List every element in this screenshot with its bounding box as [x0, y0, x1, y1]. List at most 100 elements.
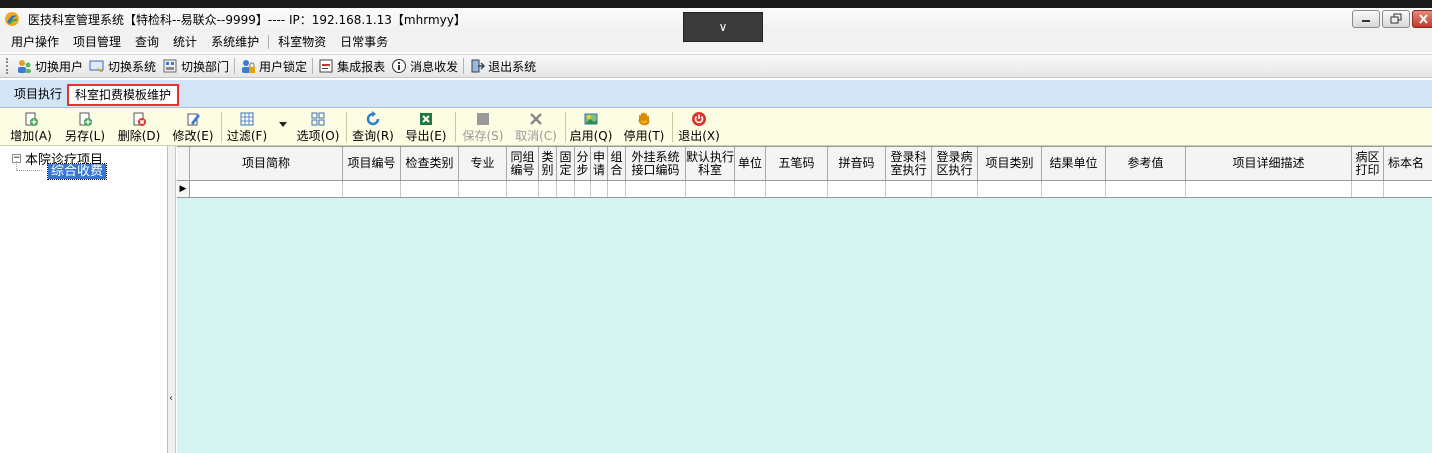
- user-lock-icon: [242, 60, 256, 73]
- column-header[interactable]: 固定: [557, 147, 575, 180]
- options-label: 选项(O): [296, 129, 340, 143]
- column-header[interactable]: 项目类别: [978, 147, 1042, 180]
- menu-query[interactable]: 查询: [128, 32, 166, 52]
- switch-user-icon: [18, 60, 31, 73]
- table-cell[interactable]: [1384, 181, 1432, 197]
- collapse-chevron-button[interactable]: ∨: [683, 12, 763, 42]
- panel-splitter[interactable]: ‹: [168, 146, 176, 453]
- restore-icon: [1390, 13, 1402, 24]
- message-icon: [392, 59, 407, 73]
- menu-project-management[interactable]: 项目管理: [66, 32, 128, 52]
- switch-user-button[interactable]: 切换用户: [13, 56, 86, 76]
- edit-pencil-icon: [187, 113, 200, 126]
- tab-charge-template-maintenance[interactable]: 科室扣费模板维护: [67, 84, 180, 106]
- switch-user-label: 切换用户: [35, 59, 84, 74]
- switch-system-button[interactable]: 切换系统: [86, 56, 159, 76]
- table-cell[interactable]: [539, 181, 557, 197]
- column-header[interactable]: 项目详细描述: [1186, 147, 1352, 180]
- message-button[interactable]: 消息收发: [388, 56, 461, 76]
- table-cell[interactable]: [626, 181, 686, 197]
- table-cell[interactable]: [1106, 181, 1186, 197]
- user-lock-button[interactable]: 用户锁定: [237, 56, 310, 76]
- column-header[interactable]: 结果单位: [1042, 147, 1106, 180]
- title-bar: 医技科室管理系统【特检科--易联众--9999】---- IP：192.168.…: [0, 0, 1432, 42]
- column-header[interactable]: 单位: [735, 147, 766, 180]
- menu-statistics[interactable]: 统计: [166, 32, 204, 52]
- column-header[interactable]: 登录科室执行: [886, 147, 932, 180]
- column-header[interactable]: 项目简称: [190, 147, 343, 180]
- table-cell[interactable]: [401, 181, 459, 197]
- table-cell[interactable]: [459, 181, 507, 197]
- column-header[interactable]: 组合: [608, 147, 626, 180]
- table-cell[interactable]: [686, 181, 735, 197]
- enable-button[interactable]: 启用(Q): [568, 110, 614, 144]
- menu-daily-affairs[interactable]: 日常事务: [333, 32, 395, 52]
- save-as-button[interactable]: 另存(L): [62, 110, 108, 144]
- column-header[interactable]: 外挂系统接口编码: [626, 147, 686, 180]
- table-cell[interactable]: [608, 181, 626, 197]
- filter-dropdown-button[interactable]: [276, 110, 290, 144]
- table-cell[interactable]: [1352, 181, 1384, 197]
- column-header[interactable]: 拼音码: [828, 147, 886, 180]
- filter-label: 过滤(F): [226, 129, 268, 143]
- menu-department-supplies[interactable]: 科室物资: [271, 32, 333, 52]
- column-header[interactable]: 标本名: [1384, 147, 1432, 180]
- tree-connector-line: [16, 161, 42, 171]
- menu-system-maintenance[interactable]: 系统维护: [204, 32, 266, 52]
- restore-button[interactable]: [1382, 10, 1410, 28]
- column-header[interactable]: 申请: [591, 147, 608, 180]
- column-header[interactable]: 检查类别: [401, 147, 459, 180]
- table-cell[interactable]: [766, 181, 828, 197]
- table-cell[interactable]: [190, 181, 343, 197]
- message-label: 消息收发: [410, 59, 459, 74]
- delete-button[interactable]: 删除(D): [116, 110, 162, 144]
- toolbar-divider: [234, 58, 236, 74]
- save-button[interactable]: 保存(S): [459, 110, 507, 144]
- screen-top-edge: [0, 0, 1432, 8]
- close-button[interactable]: [1412, 10, 1432, 28]
- table-cell[interactable]: [1186, 181, 1352, 197]
- table-cell[interactable]: [932, 181, 978, 197]
- toolbar-grip[interactable]: [6, 58, 9, 74]
- query-button[interactable]: 查询(R): [350, 110, 396, 144]
- cancel-button[interactable]: 取消(C): [512, 110, 560, 144]
- table-cell[interactable]: [557, 181, 575, 197]
- menu-user-operations[interactable]: 用户操作: [4, 32, 66, 52]
- column-header[interactable]: 病区打印: [1352, 147, 1384, 180]
- toolbar-divider: [672, 112, 673, 142]
- table-cell[interactable]: [591, 181, 608, 197]
- column-header[interactable]: 参考值: [1106, 147, 1186, 180]
- column-header[interactable]: 默认执行科室: [686, 147, 735, 180]
- table-cell[interactable]: [886, 181, 932, 197]
- switch-department-button[interactable]: 切换部门: [159, 56, 232, 76]
- integrated-report-button[interactable]: 集成报表: [315, 56, 388, 76]
- exit-button[interactable]: 退出(X): [676, 110, 722, 144]
- options-button[interactable]: 选项(O): [295, 110, 341, 144]
- table-cell[interactable]: [507, 181, 539, 197]
- table-row[interactable]: ▶: [177, 181, 1432, 198]
- table-cell[interactable]: [575, 181, 591, 197]
- filter-button[interactable]: 过滤(F): [224, 110, 270, 144]
- table-cell[interactable]: [978, 181, 1042, 197]
- export-button[interactable]: 导出(E): [403, 110, 449, 144]
- column-header[interactable]: 类别: [539, 147, 557, 180]
- table-cell[interactable]: [343, 181, 401, 197]
- column-header[interactable]: 五笔码: [766, 147, 828, 180]
- column-header[interactable]: 专业: [459, 147, 507, 180]
- table-cell[interactable]: [828, 181, 886, 197]
- edit-button[interactable]: 修改(E): [170, 110, 216, 144]
- exit-system-button[interactable]: 退出系统: [466, 56, 539, 76]
- minimize-button[interactable]: [1352, 10, 1380, 28]
- tab-project-execution[interactable]: 项目执行: [8, 84, 68, 106]
- column-header[interactable]: 同组编号: [507, 147, 539, 180]
- disable-button[interactable]: 停用(T): [621, 110, 667, 144]
- add-button[interactable]: 增加(A): [8, 110, 54, 144]
- column-header[interactable]: 登录病区执行: [932, 147, 978, 180]
- chevron-left-icon[interactable]: ‹: [169, 393, 173, 404]
- query-label: 查询(R): [352, 129, 394, 143]
- column-header[interactable]: 分步: [575, 147, 591, 180]
- tree-node-comprehensive-charges[interactable]: 综合收费: [46, 163, 108, 180]
- table-cell[interactable]: [1042, 181, 1106, 197]
- table-cell[interactable]: [735, 181, 766, 197]
- column-header[interactable]: 项目编号: [343, 147, 401, 180]
